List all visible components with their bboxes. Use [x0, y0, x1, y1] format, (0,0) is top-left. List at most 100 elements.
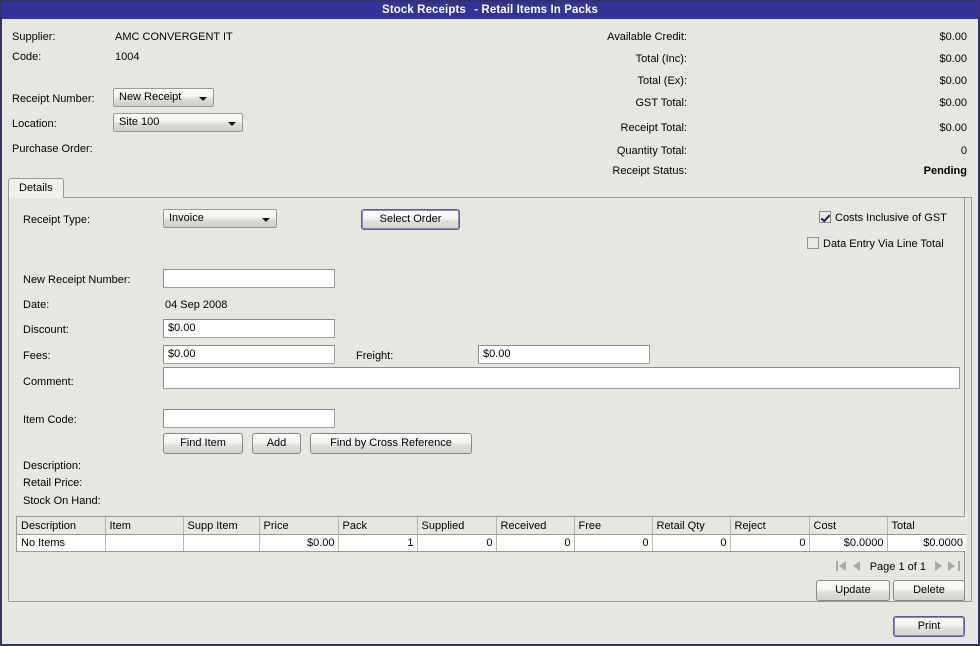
- find-by-cross-reference-button[interactable]: Find by Cross Reference: [310, 433, 472, 454]
- last-page-icon[interactable]: [947, 560, 960, 571]
- freight-input-value: $0.00: [483, 348, 511, 360]
- first-page-icon[interactable]: [835, 560, 849, 571]
- add-button-label: Add: [266, 437, 287, 449]
- date-label: Date:: [23, 299, 50, 311]
- previous-page-icon[interactable]: [851, 560, 864, 571]
- fees-label: Fees:: [23, 350, 51, 362]
- find-by-cross-reference-button-label: Find by Cross Reference: [330, 437, 452, 449]
- tab-details[interactable]: Details: [8, 178, 64, 198]
- delete-button[interactable]: Delete: [893, 580, 965, 601]
- cell-price[interactable]: $0.00: [259, 534, 339, 551]
- new-receipt-number-input[interactable]: [163, 269, 335, 288]
- stock-on-hand-label: Stock On Hand:: [23, 495, 101, 507]
- cell-description[interactable]: No Items: [17, 534, 106, 551]
- window-title-sub: - Retail Items In Packs: [474, 4, 598, 16]
- find-item-button[interactable]: Find Item: [163, 433, 243, 454]
- select-order-button-label: Select Order: [379, 213, 442, 225]
- col-header-reject[interactable]: Reject: [730, 517, 810, 535]
- col-header-total[interactable]: Total: [887, 517, 966, 535]
- table-header-row: Description Item Supp Item Price Pack Su…: [17, 517, 966, 535]
- receipt-type-dropdown-value: Invoice: [169, 212, 204, 224]
- code-label: Code:: [12, 51, 42, 63]
- cell-total[interactable]: $0.0000: [887, 534, 966, 551]
- item-code-input[interactable]: [163, 409, 335, 428]
- print-button-label: Print: [917, 620, 941, 632]
- receipt-number-label: Receipt Number:: [12, 93, 95, 105]
- discount-input-value: $0.00: [168, 322, 196, 334]
- select-order-button[interactable]: Select Order: [361, 209, 460, 230]
- update-button[interactable]: Update: [816, 580, 890, 601]
- col-header-supplied[interactable]: Supplied: [417, 517, 497, 535]
- costs-inclusive-of-gst-checkbox[interactable]: Costs Inclusive of GST: [819, 211, 947, 224]
- next-page-icon[interactable]: [932, 560, 945, 571]
- data-entry-via-line-total-checkbox[interactable]: Data Entry Via Line Total: [807, 237, 944, 250]
- cell-pack[interactable]: 1: [338, 534, 418, 551]
- gst-total-label: GST Total:: [635, 97, 687, 109]
- quantity-total-label: Quantity Total:: [616, 145, 687, 157]
- col-header-supp-item[interactable]: Supp Item: [183, 517, 260, 535]
- description-label: Description:: [23, 460, 82, 472]
- location-dropdown[interactable]: Site 100: [113, 113, 243, 132]
- receipt-items-grid: Description Item Supp Item Price Pack Su…: [16, 516, 966, 552]
- cell-item[interactable]: [105, 534, 184, 551]
- fees-input[interactable]: $0.00: [163, 345, 335, 364]
- col-header-pack[interactable]: Pack: [338, 517, 418, 535]
- tab-strip: Details: [8, 178, 972, 198]
- receipt-total-value: $0.00: [939, 122, 967, 134]
- location-label: Location:: [12, 118, 57, 130]
- find-item-button-label: Find Item: [180, 437, 226, 449]
- discount-label: Discount:: [23, 324, 69, 336]
- comment-label: Comment:: [23, 376, 74, 388]
- col-header-free[interactable]: Free: [574, 517, 653, 535]
- location-dropdown-value: Site 100: [119, 116, 160, 128]
- pager-label: Page 1 of 1: [869, 561, 926, 573]
- chevron-down-icon: [199, 97, 207, 101]
- checkbox-checked-icon: [819, 211, 831, 223]
- grid-pager: Page 1 of 1: [835, 559, 961, 575]
- receipt-number-dropdown-value: New Receipt: [119, 91, 182, 103]
- table-row[interactable]: No Items $0.00 1 0 0 0 0 0 $0.0000 $0.00…: [17, 534, 966, 551]
- add-button[interactable]: Add: [252, 433, 301, 454]
- update-button-label: Update: [835, 584, 871, 596]
- quantity-total-value: 0: [960, 145, 967, 157]
- chevron-down-icon: [262, 218, 270, 222]
- delete-button-label: Delete: [913, 584, 945, 596]
- cell-supplied[interactable]: 0: [417, 534, 497, 551]
- checkbox-unchecked-icon: [807, 237, 819, 249]
- freight-input[interactable]: $0.00: [478, 345, 650, 364]
- col-header-item[interactable]: Item: [105, 517, 184, 535]
- cell-retail-qty[interactable]: 0: [652, 534, 731, 551]
- cell-reject[interactable]: 0: [730, 534, 810, 551]
- col-header-received[interactable]: Received: [496, 517, 575, 535]
- col-header-retail-qty[interactable]: Retail Qty: [652, 517, 731, 535]
- col-header-description[interactable]: Description: [17, 517, 106, 535]
- chevron-down-icon: [228, 122, 236, 126]
- supplier-value: AMC CONVERGENT IT: [115, 31, 233, 43]
- tab-details-label: Details: [19, 182, 53, 194]
- item-code-label: Item Code:: [23, 414, 77, 426]
- col-header-cost[interactable]: Cost: [809, 517, 888, 535]
- costs-inclusive-of-gst-label: Costs Inclusive of GST: [835, 212, 947, 224]
- available-credit-label: Available Credit:: [607, 31, 687, 43]
- comment-input[interactable]: [163, 367, 960, 389]
- cell-received[interactable]: 0: [496, 534, 575, 551]
- receipt-type-label: Receipt Type:: [23, 214, 91, 226]
- discount-input[interactable]: $0.00: [163, 319, 335, 338]
- receipt-items-table: Description Item Supp Item Price Pack Su…: [17, 517, 966, 551]
- total-inc-value: $0.00: [939, 53, 967, 65]
- total-inc-label: Total (Inc):: [635, 53, 687, 65]
- receipt-number-dropdown[interactable]: New Receipt: [113, 88, 214, 107]
- fees-input-value: $0.00: [168, 348, 196, 360]
- receipt-type-dropdown[interactable]: Invoice: [163, 209, 277, 228]
- date-value: 04 Sep 2008: [165, 299, 228, 311]
- receipt-status-value: Pending: [923, 165, 967, 177]
- cell-cost[interactable]: $0.0000: [809, 534, 888, 551]
- cell-free[interactable]: 0: [574, 534, 653, 551]
- total-ex-value: $0.00: [939, 75, 967, 87]
- retail-price-label: Retail Price:: [23, 477, 83, 489]
- purchase-order-label: Purchase Order:: [12, 143, 93, 155]
- new-receipt-number-label: New Receipt Number:: [23, 274, 131, 286]
- cell-supp-item[interactable]: [183, 534, 260, 551]
- print-button[interactable]: Print: [893, 616, 965, 637]
- col-header-price[interactable]: Price: [259, 517, 339, 535]
